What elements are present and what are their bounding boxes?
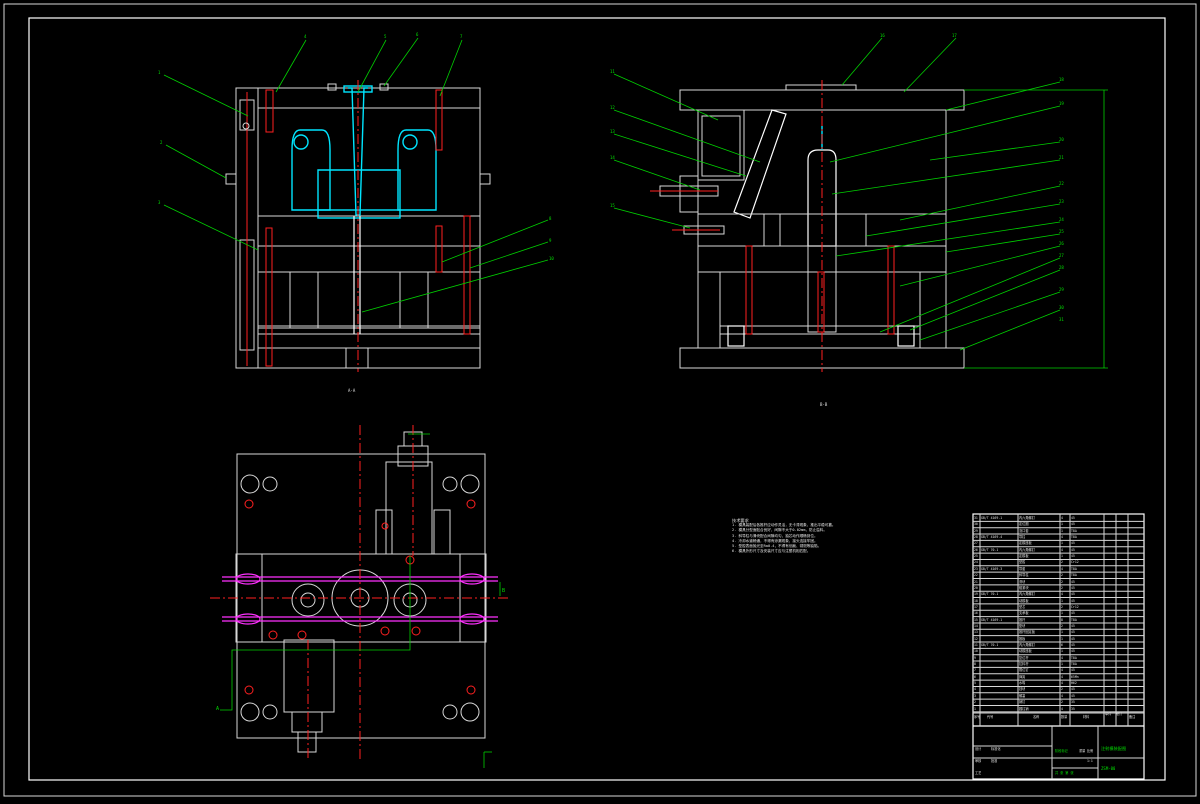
bom-header-total: 总计: [1116, 712, 1123, 716]
bom-header-remark: 备注: [1129, 715, 1136, 719]
balloon: 25: [1059, 229, 1064, 234]
balloon: 12: [610, 105, 615, 110]
balloon: 10: [549, 256, 554, 261]
section-mark-a: A: [216, 706, 219, 712]
balloon: 18: [1059, 77, 1064, 82]
std-label: 标准化: [991, 747, 1001, 751]
approve-label: 批准: [991, 759, 998, 763]
balloon: 23: [1059, 199, 1064, 204]
section-mark-b: B: [502, 588, 505, 594]
balloon: 31: [1059, 317, 1064, 322]
height-dimension: [964, 89, 1108, 369]
bom-cell-code: GB/T 70.1: [981, 643, 999, 647]
scale-value: 1:1: [1087, 759, 1093, 763]
balloon: 28: [1059, 265, 1064, 270]
balloon: 27: [1059, 253, 1064, 258]
stage-label: 阶段标记: [1055, 749, 1068, 753]
balloon: 8: [549, 216, 552, 221]
bom-header-material: 材料: [1083, 715, 1090, 719]
bom-header-unit: 单件: [1105, 712, 1112, 716]
right-section-view: [650, 80, 965, 372]
drawing-title: 注射模装配图: [1101, 746, 1127, 751]
balloon: 29: [1059, 287, 1064, 292]
scale-label: 比例: [1087, 749, 1094, 753]
balloon: 20: [1059, 137, 1064, 142]
balloon: 22: [1059, 181, 1064, 186]
balloon: 19: [1059, 101, 1064, 106]
balloon: 11: [610, 69, 615, 74]
section-label-a: A-A: [348, 388, 356, 393]
left-section-view: [225, 80, 491, 372]
balloon: 9: [549, 238, 552, 243]
balloon: 13: [610, 129, 615, 134]
balloon: 15: [610, 203, 615, 208]
bom-cell-code: GB/T 4169.4: [981, 535, 1003, 540]
bom-header-no: 序号: [974, 715, 981, 719]
title-block: 31 GB/T 4169.1 内六角螺钉 4 45 30 定位圈 1 45 29 浇口套 1 T8A 28…: [973, 514, 1144, 779]
drawing-number: ZSM-00: [1101, 766, 1116, 771]
section-label-b: B-B: [820, 402, 828, 407]
bom-cell-material: 35: [1071, 706, 1075, 711]
bom-header-code: 代号: [987, 715, 994, 719]
notes-item: 6. 模具外形尺寸及安装尺寸应与注塑机相匹配。: [732, 549, 811, 554]
balloon: 30: [1059, 305, 1064, 310]
balloon: 14: [610, 155, 615, 160]
process-label: 工艺: [975, 771, 982, 775]
balloon: 3: [158, 200, 161, 205]
checker-label: 审核: [975, 759, 982, 763]
balloon: 2: [160, 140, 163, 145]
right-view-balloons: 11 12 13 14 15 16 17 18 19 20 21 22 23 2…: [610, 33, 1064, 407]
balloon: 24: [1059, 217, 1064, 222]
bom-cell-code: GB/T 4169.1: [981, 516, 1003, 520]
balloon: 26: [1059, 241, 1064, 246]
balloon: 17: [952, 33, 957, 38]
bom-cell-code: GB/T 4169.1: [981, 617, 1003, 622]
technical-requirements: 技术要求 1. 模具装配后各推杆应动作灵活，无卡滞现象，推出平稳可靠。 2. 模…: [732, 518, 882, 554]
weight-label: 重量: [1079, 749, 1086, 753]
balloon: 16: [880, 33, 885, 38]
balloon: 1: [158, 70, 161, 75]
bom-cell-code: GB/T 4169.3: [981, 566, 1003, 571]
balloon: 4: [304, 34, 307, 39]
bom-cell-code: GB/T 70.1: [981, 547, 999, 552]
bom-header-name: 名称: [1033, 715, 1040, 719]
designer-label: 设计: [975, 747, 982, 751]
bom-cell-code: GB/T 70.1: [981, 592, 999, 597]
bom-cell-qty: 4: [1061, 706, 1063, 711]
balloon: 6: [416, 32, 419, 37]
plan-view: A B: [210, 425, 510, 768]
bom-header-qty: 数量: [1061, 715, 1068, 719]
balloon: 21: [1059, 155, 1064, 160]
balloon: 5: [384, 34, 387, 39]
balloon: 7: [460, 34, 463, 39]
sheet-label: 共 张 第 张: [1055, 771, 1074, 775]
bom-cell-no: 1: [974, 706, 976, 711]
bom-cell-name: 圆柱销: [1019, 706, 1029, 711]
